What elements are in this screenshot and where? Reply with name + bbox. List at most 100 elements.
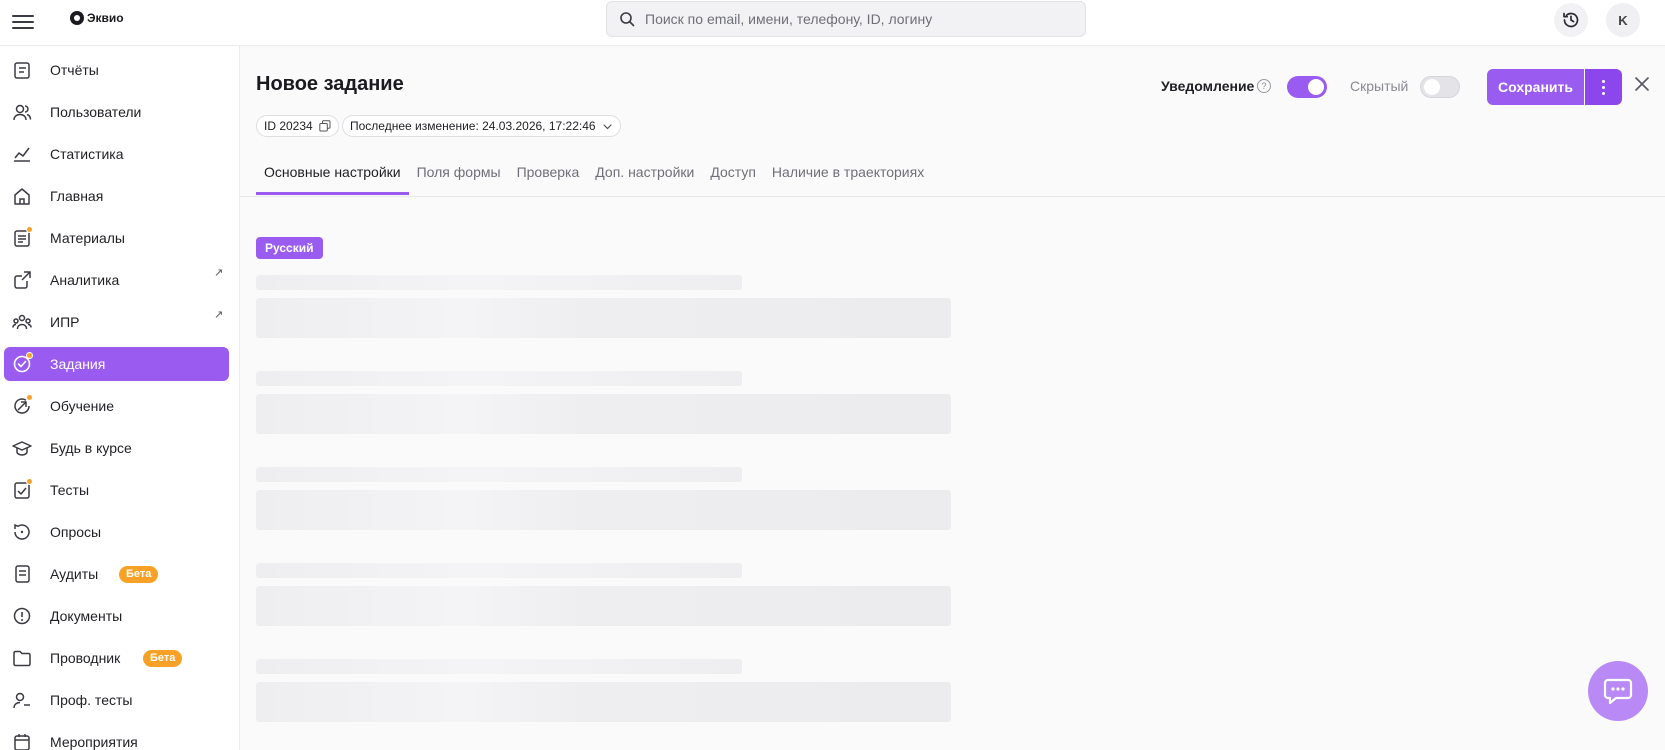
sidebar-item-1[interactable]: Отчёты [4, 53, 229, 87]
sidebar-item-13[interactable]: Аудиты Бета [4, 557, 229, 591]
sidebar-item-label: Пользователи [50, 104, 142, 120]
help-icon[interactable]: ? [1257, 79, 1271, 93]
chart-icon [14, 147, 30, 162]
tab-3[interactable]: Проверка [509, 161, 588, 195]
tab-1[interactable]: Основные настройки [256, 161, 409, 195]
beta-badge: Бета [119, 566, 159, 583]
skeleton-line [256, 275, 742, 290]
sidebar-item-10[interactable]: Будь в курсе [4, 431, 229, 465]
notification-dot [26, 478, 33, 485]
search-icon [620, 12, 635, 27]
sidebar-item-12[interactable]: Опросы [4, 515, 229, 549]
notification-dot [26, 394, 33, 401]
last-change-chip[interactable]: Последнее изменение: 24.03.2026, 17:22:4… [342, 115, 621, 137]
sidebar-item-label: Главная [50, 188, 104, 204]
tab-6[interactable]: Наличие в траекториях [764, 161, 932, 195]
search-bar[interactable] [606, 1, 1086, 37]
chat-button[interactable] [1588, 661, 1648, 721]
close-icon[interactable] [1632, 74, 1652, 94]
tab-5[interactable]: Доступ [702, 161, 764, 195]
avatar[interactable]: K [1606, 3, 1640, 37]
arrow-up-right-icon: ↗ [214, 267, 224, 279]
sidebar-item-4[interactable]: Главная [4, 179, 229, 213]
menu-icon[interactable] [12, 12, 34, 32]
tab-4[interactable]: Доп. настройки [587, 161, 702, 195]
sidebar-item-label: Опросы [50, 524, 102, 540]
sidebar-item-label: Аналитика [50, 272, 120, 288]
sidebar: Отчёты Пользователи Статистика Главная Матер… [0, 46, 240, 750]
hidden-toggle[interactable] [1420, 76, 1460, 98]
sidebar-item-7[interactable]: ИПР ↗ [4, 305, 229, 339]
notification-toggle[interactable] [1287, 76, 1327, 98]
hidden-label: Скрытый [1350, 78, 1409, 94]
skeleton-line [256, 467, 742, 482]
chat-icon [1603, 678, 1633, 705]
sidebar-item-label: Отчёты [50, 62, 99, 78]
sidebar-item-label: Проводник [50, 650, 121, 666]
last-change-label: Последнее изменение: 24.03.2026, 17:22:4… [350, 119, 596, 133]
logo-text: Эквио [87, 11, 124, 25]
page-title: Новое задание [256, 73, 404, 95]
sidebar-item-label: Обучение [50, 398, 115, 414]
skeleton-field [256, 586, 951, 626]
copy-icon[interactable] [319, 120, 331, 132]
skeleton-line [256, 659, 742, 674]
sidebar-item-2[interactable]: Пользователи [4, 95, 229, 129]
skeleton-field [256, 682, 951, 722]
sidebar-item-11[interactable]: Тесты [4, 473, 229, 507]
logo-mark-icon [70, 11, 84, 25]
sidebar-item-5[interactable]: Материалы [4, 221, 229, 255]
tabs-divider [240, 196, 1665, 197]
skeleton-line [256, 563, 742, 578]
history-icon [1563, 12, 1579, 28]
chevron-down-icon [602, 123, 612, 129]
sidebar-item-label: Тесты [50, 482, 90, 498]
sidebar-item-14[interactable]: Документы [4, 599, 229, 633]
sidebar-item-6[interactable]: Аналитика ↗ [4, 263, 229, 297]
skeleton-field [256, 490, 951, 530]
external-link-icon [14, 271, 31, 289]
history-button[interactable] [1554, 3, 1588, 37]
calendar-icon [14, 734, 30, 750]
save-button[interactable]: Сохранить [1487, 69, 1584, 105]
skeleton-field [256, 298, 951, 338]
id-chip[interactable]: ID 20234 [256, 115, 339, 137]
search-input[interactable] [645, 11, 1065, 27]
tabs-bar: Основные настройки Поля формы Проверка Доп.… [256, 161, 932, 195]
folder-icon [13, 650, 31, 667]
sidebar-item-15[interactable]: Проводник Бета [4, 641, 229, 675]
id-label: ID 20234 [264, 119, 313, 133]
polls-icon [14, 523, 30, 540]
sidebar-item-17[interactable]: Мероприятия [4, 725, 229, 750]
audits-icon [15, 565, 30, 583]
notification-label: Уведомление [1161, 78, 1255, 94]
sidebar-item-label: Будь в курсе [50, 440, 132, 456]
sidebar-item-16[interactable]: Проф. тесты [4, 683, 229, 717]
notification-dot [26, 352, 33, 359]
sidebar-item-3[interactable]: Статистика [4, 137, 229, 171]
tab-2[interactable]: Поля формы [409, 161, 509, 195]
skeleton-field [256, 394, 951, 434]
sidebar-item-8[interactable]: Задания [4, 347, 229, 381]
team-icon [12, 314, 32, 330]
sidebar-item-label: Задания [50, 356, 106, 372]
reports-icon [14, 62, 30, 79]
home-icon [14, 188, 30, 205]
sidebar-item-label: Аудиты [50, 566, 99, 582]
more-vertical-icon [1602, 78, 1605, 96]
main-content: Новое задание Уведомление ? Скрытый Сохр… [240, 46, 1665, 750]
sidebar-item-label: Мероприятия [50, 734, 138, 750]
sidebar-item-label: ИПР [50, 314, 80, 330]
more-options-button[interactable] [1585, 69, 1622, 105]
arrow-up-right-icon: ↗ [214, 309, 224, 321]
sidebar-item-9[interactable]: Обучение [4, 389, 229, 423]
notification-dot [26, 226, 33, 233]
sidebar-item-label: Материалы [50, 230, 125, 246]
skeleton-line [256, 371, 742, 386]
graduation-cap-icon [12, 441, 32, 456]
sidebar-item-label: Статистика [50, 146, 124, 162]
sidebar-item-label: Документы [50, 608, 123, 624]
logo[interactable]: Эквио [70, 11, 124, 25]
top-bar: Эквио K [0, 0, 1665, 46]
language-badge[interactable]: Русский [256, 237, 323, 259]
